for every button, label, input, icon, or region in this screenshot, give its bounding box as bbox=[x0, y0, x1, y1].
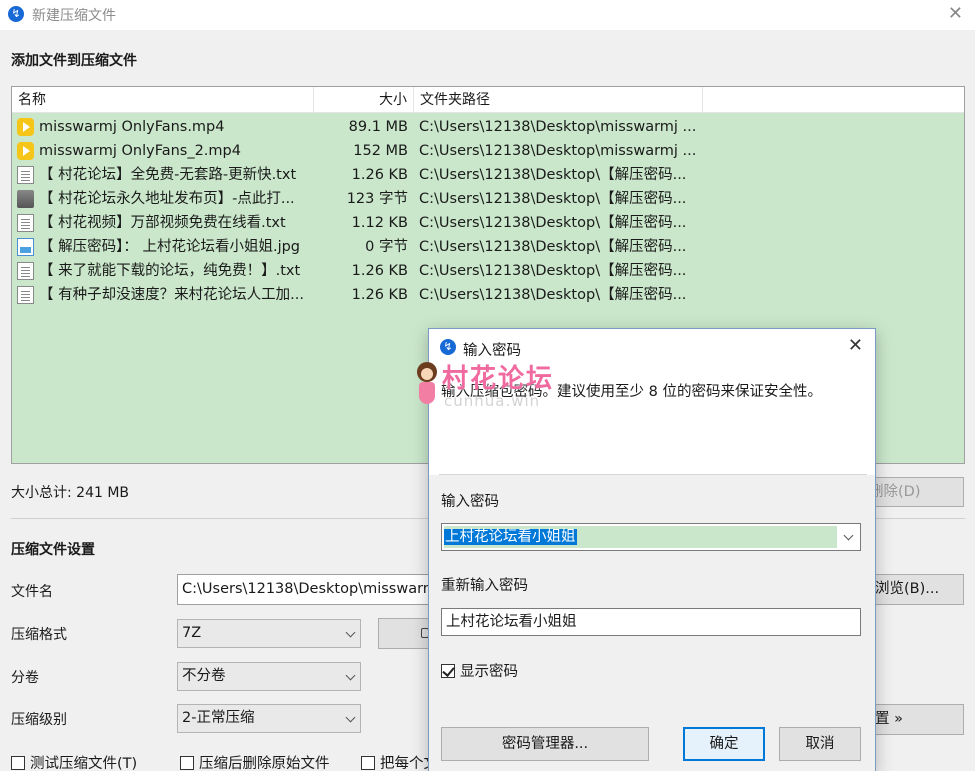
text-file-icon bbox=[17, 166, 34, 184]
volume-value: 不分卷 bbox=[182, 668, 226, 684]
file-name: 【 村花论坛】全免费-无套路-更新快.txt bbox=[39, 167, 297, 183]
files-section-label: 添加文件到压缩文件 bbox=[11, 53, 137, 69]
url-file-icon bbox=[17, 190, 34, 208]
chevron-down-icon bbox=[345, 670, 356, 681]
format-select[interactable]: 7Z bbox=[177, 619, 361, 648]
format-value: 7Z bbox=[182, 625, 202, 641]
file-row[interactable]: 【 解压密码】： 上村花论坛看小姐姐.jpg 0 字节 C:\Users\121… bbox=[12, 235, 964, 259]
file-size: 123 字节 bbox=[346, 191, 408, 207]
file-path: C:\Users\12138\Desktop\misswarmj ... bbox=[419, 143, 697, 159]
file-list-header: 名称 大小 文件夹路径 bbox=[12, 87, 964, 113]
chevron-down-icon bbox=[345, 712, 356, 723]
total-size-label: 大小总计: 241 MB bbox=[11, 485, 130, 501]
password-value: 上村花论坛看小姐姐 bbox=[444, 529, 577, 545]
file-path: C:\Users\12138\Desktop\【解压密码... bbox=[419, 239, 687, 255]
image-file-icon bbox=[17, 238, 34, 256]
volume-select[interactable]: 不分卷 bbox=[177, 662, 361, 691]
checkbox-box[interactable] bbox=[11, 756, 25, 770]
file-path: C:\Users\12138\Desktop\【解压密码... bbox=[419, 215, 687, 231]
password-manager-button[interactable]: 密码管理器... bbox=[441, 727, 649, 761]
format-options-button[interactable] bbox=[378, 618, 430, 649]
browse-button[interactable]: 浏览(B)... bbox=[862, 574, 964, 605]
file-row[interactable]: misswarmj OnlyFans_2.mp4 152 MB C:\Users… bbox=[12, 139, 964, 163]
file-row[interactable]: 【 村花论坛永久地址发布页】-点此打... 123 字节 C:\Users\12… bbox=[12, 187, 964, 211]
password-dialog: ↯ 输入密码 ✕ 输入压缩包密码。建议使用至少 8 位的密码来保证安全性。 输入… bbox=[428, 328, 876, 771]
title-bar: ↯ 新建压缩文件 ✕ bbox=[0, 0, 975, 30]
column-header-path[interactable]: 文件夹路径 bbox=[414, 87, 703, 113]
settings-section-label: 压缩文件设置 bbox=[11, 542, 95, 558]
file-size: 0 字节 bbox=[365, 239, 408, 255]
file-row[interactable]: 【 村花视频】万部视频免费在线看.txt 1.12 KB C:\Users\12… bbox=[12, 211, 964, 235]
password-input[interactable]: 上村花论坛看小姐姐 bbox=[441, 523, 861, 551]
ok-button[interactable]: 确定 bbox=[683, 727, 765, 761]
reenter-password-label: 重新输入密码 bbox=[441, 578, 528, 594]
volume-label: 分卷 bbox=[11, 670, 39, 686]
level-value: 2-正常压缩 bbox=[182, 710, 255, 726]
text-file-icon bbox=[17, 262, 34, 280]
text-file-icon bbox=[17, 214, 34, 232]
file-name: 【 村花视频】万部视频免费在线看.txt bbox=[39, 215, 286, 231]
checkbox-box[interactable] bbox=[441, 664, 455, 678]
file-name: misswarmj OnlyFans.mp4 bbox=[39, 119, 225, 135]
column-header-name[interactable]: 名称 bbox=[12, 87, 314, 113]
file-name: 【 有种子却没速度？来村花论坛人工加... bbox=[39, 287, 304, 303]
file-name: 【 解压密码】： 上村花论坛看小姐姐.jpg bbox=[39, 239, 301, 255]
format-label: 压缩格式 bbox=[11, 627, 67, 643]
checkbox-label: 测试压缩文件(T) bbox=[30, 756, 138, 771]
video-file-icon bbox=[17, 142, 34, 160]
column-header-size[interactable]: 大小 bbox=[314, 87, 414, 113]
show-password-label: 显示密码 bbox=[460, 664, 518, 680]
file-path: C:\Users\12138\Desktop\【解压密码... bbox=[419, 287, 687, 303]
file-name: 【 村花论坛永久地址发布页】-点此打... bbox=[39, 191, 295, 207]
level-select[interactable]: 2-正常压缩 bbox=[177, 704, 361, 733]
file-row[interactable]: 【 村花论坛】全免费-无套路-更新快.txt 1.26 KB C:\Users\… bbox=[12, 163, 964, 187]
password-selection: 上村花论坛看小姐姐 bbox=[444, 526, 837, 548]
checkbox-box[interactable] bbox=[361, 756, 375, 770]
file-size: 1.26 KB bbox=[351, 287, 408, 303]
chevron-down-icon bbox=[345, 627, 356, 638]
show-password-checkbox[interactable]: 显示密码 bbox=[441, 660, 518, 681]
file-row[interactable]: 【 有种子却没速度？来村花论坛人工加... 1.26 KB C:\Users\1… bbox=[12, 283, 964, 307]
cancel-button[interactable]: 取消 bbox=[779, 727, 861, 761]
test-archive-checkbox[interactable]: 测试压缩文件(T) bbox=[11, 752, 137, 771]
file-row[interactable]: 【 来了就能下载的论坛，纯免费！】.txt 1.26 KB C:\Users\1… bbox=[12, 259, 964, 283]
file-path: C:\Users\12138\Desktop\【解压密码... bbox=[419, 167, 687, 183]
file-size: 152 MB bbox=[353, 143, 408, 159]
filename-input[interactable]: C:\Users\12138\Desktop\misswarmj OnlyFan… bbox=[177, 574, 437, 605]
window-title: 新建压缩文件 bbox=[32, 8, 116, 24]
file-name: 【 来了就能下载的论坛，纯免费！】.txt bbox=[39, 263, 301, 279]
app-logo-icon: ↯ bbox=[440, 339, 456, 355]
window-close-icon[interactable]: ✕ bbox=[948, 3, 963, 24]
level-label: 压缩级别 bbox=[11, 712, 67, 728]
delete-after-checkbox[interactable]: 压缩后删除原始文件 bbox=[180, 752, 330, 771]
file-size: 1.26 KB bbox=[351, 263, 408, 279]
dialog-title: 输入密码 bbox=[463, 343, 521, 359]
chevron-down-icon[interactable] bbox=[843, 530, 854, 541]
delete-button[interactable]: 删除(D) bbox=[862, 477, 964, 507]
checkbox-label: 压缩后删除原始文件 bbox=[199, 756, 330, 771]
file-row[interactable]: misswarmj OnlyFans.mp4 89.1 MB C:\Users\… bbox=[12, 115, 964, 139]
video-file-icon bbox=[17, 118, 34, 136]
file-path: C:\Users\12138\Desktop\【解压密码... bbox=[419, 263, 687, 279]
password-label: 输入密码 bbox=[441, 494, 499, 510]
dialog-close-icon[interactable]: ✕ bbox=[848, 335, 863, 356]
file-path: C:\Users\12138\Desktop\misswarmj ... bbox=[419, 119, 697, 135]
reenter-password-input[interactable]: 上村花论坛看小姐姐 bbox=[441, 608, 861, 636]
app-logo-icon: ↯ bbox=[8, 6, 24, 22]
each-separate-checkbox[interactable]: 把每个文 bbox=[361, 752, 438, 771]
checkbox-box[interactable] bbox=[180, 756, 194, 770]
file-size: 1.26 KB bbox=[351, 167, 408, 183]
file-name: misswarmj OnlyFans_2.mp4 bbox=[39, 143, 241, 159]
text-file-icon bbox=[17, 286, 34, 304]
file-size: 89.1 MB bbox=[348, 119, 408, 135]
advanced-settings-button[interactable]: 置 » bbox=[862, 704, 964, 735]
file-size: 1.12 KB bbox=[351, 215, 408, 231]
dialog-description: 输入压缩包密码。建议使用至少 8 位的密码来保证安全性。 bbox=[441, 384, 822, 400]
filename-label: 文件名 bbox=[11, 584, 53, 600]
file-path: C:\Users\12138\Desktop\【解压密码... bbox=[419, 191, 687, 207]
